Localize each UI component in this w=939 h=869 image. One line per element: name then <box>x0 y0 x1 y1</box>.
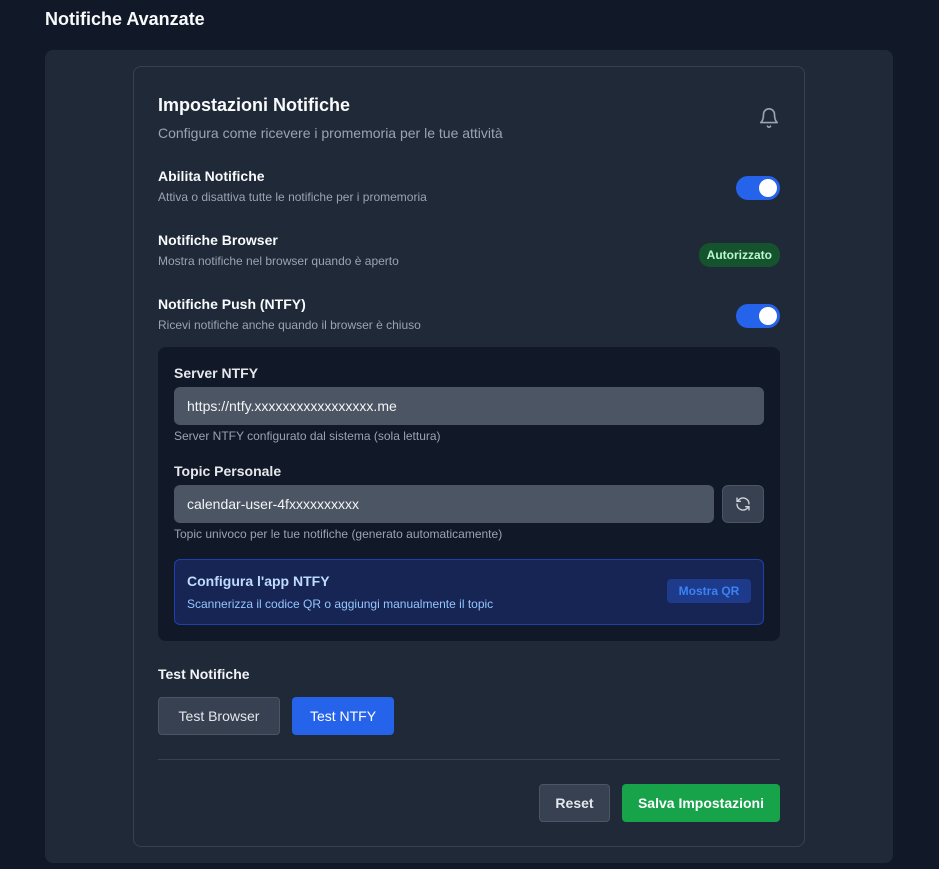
setting-browser-notifications: Notifiche Browser Mostra notifiche nel b… <box>158 232 780 276</box>
configure-ntfy-app-box: Configura l'app NTFY Scannerizza il codi… <box>174 559 764 625</box>
configure-ntfy-description: Scannerizza il codice QR o aggiungi manu… <box>187 597 494 611</box>
ntfy-settings-panel: Server NTFY https://ntfy.xxxxxxxxxxxxxxx… <box>158 347 780 641</box>
test-notifications-title: Test Notifiche <box>158 666 250 682</box>
show-qr-button[interactable]: Mostra QR <box>667 579 751 603</box>
refresh-icon <box>736 497 750 511</box>
setting-enable-notifications: Abilita Notifiche Attiva o disattiva tut… <box>158 168 780 212</box>
card-subtitle: Configura come ricevere i promemoria per… <box>158 125 503 141</box>
test-browser-button[interactable]: Test Browser <box>158 697 280 735</box>
reset-button[interactable]: Reset <box>539 784 610 822</box>
topic-helper: Topic univoco per le tue notifiche (gene… <box>174 527 503 541</box>
topic-label: Topic Personale <box>174 463 282 479</box>
setting-label: Abilita Notifiche <box>158 168 265 184</box>
setting-description: Attiva o disattiva tutte le notifiche pe… <box>158 190 427 204</box>
toggle-knob <box>759 307 777 325</box>
server-ntfy-helper: Server NTFY configurato dal sistema (sol… <box>174 429 441 443</box>
save-settings-button[interactable]: Salva Impostazioni <box>622 784 780 822</box>
notification-settings-card: Impostazioni Notifiche Configura come ri… <box>133 66 805 847</box>
setting-label: Notifiche Browser <box>158 232 278 248</box>
authorized-badge: Autorizzato <box>698 243 780 267</box>
server-ntfy-label: Server NTFY <box>174 365 259 381</box>
card-title: Impostazioni Notifiche <box>158 95 351 115</box>
setting-label: Notifiche Push (NTFY) <box>158 296 306 312</box>
setting-description: Mostra notifiche nel browser quando è ap… <box>158 254 399 268</box>
test-ntfy-button[interactable]: Test NTFY <box>292 697 394 735</box>
configure-ntfy-title: Configura l'app NTFY <box>187 573 330 589</box>
push-notifications-toggle[interactable] <box>736 304 780 328</box>
page-title: Notifiche Avanzate <box>45 9 205 29</box>
enable-notifications-toggle[interactable] <box>736 176 780 200</box>
server-ntfy-field[interactable]: https://ntfy.xxxxxxxxxxxxxxxxx.me <box>174 387 764 425</box>
bell-icon <box>758 107 780 129</box>
setting-push-notifications: Notifiche Push (NTFY) Ricevi notifiche a… <box>158 296 780 340</box>
setting-description: Ricevi notifiche anche quando il browser… <box>158 318 421 332</box>
toggle-knob <box>759 179 777 197</box>
divider <box>158 759 780 760</box>
regenerate-topic-button[interactable] <box>722 485 764 523</box>
topic-field[interactable]: calendar-user-4fxxxxxxxxxx <box>174 485 714 523</box>
